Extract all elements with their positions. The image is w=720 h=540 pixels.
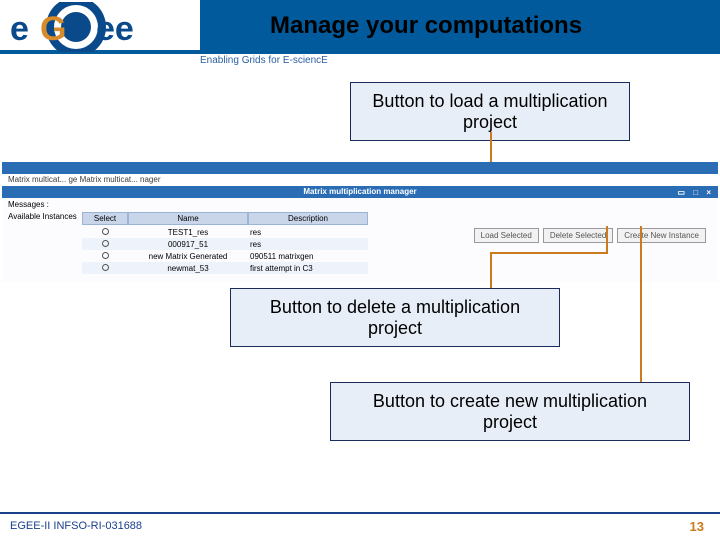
col-name: Name xyxy=(128,212,248,225)
cell-desc: first attempt in C3 xyxy=(248,264,368,273)
app-window: Matrix multicat... ge Matrix multicat...… xyxy=(2,162,718,282)
radio-icon[interactable] xyxy=(102,264,109,271)
col-select: Select xyxy=(82,212,128,225)
app-panel-header: Matrix multiplication manager ▭ □ × xyxy=(2,186,718,198)
callout-delete: Button to delete a multiplication projec… xyxy=(230,288,560,347)
radio-icon[interactable] xyxy=(102,228,109,235)
cell-desc: res xyxy=(248,228,368,237)
egee-logo: e G ee xyxy=(6,2,176,52)
cell-desc: res xyxy=(248,240,368,249)
cell-name: new Matrix Generated xyxy=(128,252,248,261)
button-row: Load Selected Delete Selected Create New… xyxy=(474,228,706,243)
callout-create: Button to create new multiplication proj… xyxy=(330,382,690,441)
connector-line xyxy=(490,252,492,288)
footer-left: EGEE-II INFSO-RI-031688 xyxy=(10,520,142,532)
app-titlebar xyxy=(2,162,718,174)
col-description: Description xyxy=(248,212,368,225)
svg-text:e: e xyxy=(10,10,29,48)
radio-cell[interactable] xyxy=(82,228,128,237)
tagline: Enabling Grids for E-sciencE xyxy=(200,55,328,66)
table-row[interactable]: 000917_51 res xyxy=(82,238,368,250)
table-row[interactable]: new Matrix Generated 090511 matrixgen xyxy=(82,250,368,262)
svg-text:ee: ee xyxy=(96,10,134,48)
page-number: 13 xyxy=(690,519,704,534)
cell-name: TEST1_res xyxy=(128,228,248,237)
cell-desc: 090511 matrixgen xyxy=(248,252,368,261)
load-selected-button[interactable]: Load Selected xyxy=(474,228,539,243)
connector-line xyxy=(606,226,608,254)
table-row[interactable]: TEST1_res res xyxy=(82,226,368,238)
table-body: TEST1_res res 000917_51 res new Matrix G… xyxy=(82,226,368,274)
slide: e G ee Manage your computations Enabling… xyxy=(0,0,720,540)
connector-line xyxy=(490,252,606,254)
svg-text:G: G xyxy=(40,10,66,48)
app-panel-title: Matrix multiplication manager xyxy=(303,187,416,196)
table-row[interactable]: newmat_53 first attempt in C3 xyxy=(82,262,368,274)
connector-line xyxy=(490,132,492,162)
available-instances-label: Available Instances xyxy=(8,212,77,221)
table-header: Select Name Description xyxy=(82,212,368,225)
radio-cell[interactable] xyxy=(82,252,128,261)
radio-cell[interactable] xyxy=(82,264,128,273)
radio-cell[interactable] xyxy=(82,240,128,249)
cell-name: newmat_53 xyxy=(128,264,248,273)
header-tagline-band xyxy=(0,54,720,72)
messages-label: Messages : xyxy=(8,200,49,209)
delete-selected-button[interactable]: Delete Selected xyxy=(543,228,613,243)
slide-title: Manage your computations xyxy=(270,12,582,40)
app-body: Messages : Available Instances Select Na… xyxy=(2,198,718,282)
connector-line xyxy=(640,226,642,382)
app-tabs: Matrix multicat... ge Matrix multicat...… xyxy=(2,174,718,186)
radio-icon[interactable] xyxy=(102,240,109,247)
create-new-instance-button[interactable]: Create New Instance xyxy=(617,228,706,243)
radio-icon[interactable] xyxy=(102,252,109,259)
footer-divider xyxy=(0,512,720,514)
cell-name: 000917_51 xyxy=(128,240,248,249)
